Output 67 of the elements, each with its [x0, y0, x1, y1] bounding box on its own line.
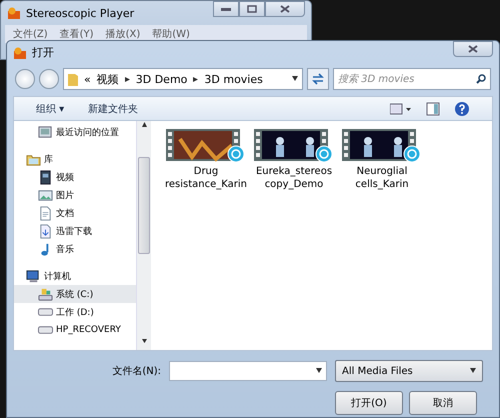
nav-item[interactable]: 音乐 [14, 240, 136, 258]
view-menu-icon[interactable] [390, 102, 412, 115]
chevron-icon [124, 76, 130, 82]
filename-label: 文件名(N): [112, 364, 161, 378]
nav-item[interactable]: 系统 (C:) [14, 285, 136, 304]
nav-item[interactable]: 迅雷下载 [14, 222, 136, 240]
video-file[interactable]: Neuroglial cells_Karin [341, 129, 423, 192]
download-icon [38, 224, 53, 239]
maximize-icon [247, 5, 257, 13]
film-thumbnail-icon [254, 129, 334, 164]
nav-item[interactable]: 工作 (D:) [14, 303, 136, 322]
minimize-button[interactable] [213, 1, 239, 17]
film-thumbnail-icon [342, 129, 422, 164]
menu-item[interactable]: 文件(Z) [13, 27, 48, 41]
window-title: Stereoscopic Player [26, 6, 134, 20]
help-icon[interactable] [454, 100, 470, 117]
document-icon [38, 206, 53, 221]
refresh-button[interactable] [307, 68, 329, 90]
nav-item[interactable]: 视频 [14, 168, 136, 186]
scroll-up-arrow-icon[interactable] [142, 122, 146, 128]
chevron-icon [193, 76, 198, 82]
app-icon [13, 46, 27, 60]
toolbar-button[interactable]: 新建文件夹 [88, 100, 138, 118]
nav-item[interactable]: 最近访问的位置 [14, 123, 136, 142]
drive-icon [38, 308, 53, 316]
preview-pane-icon[interactable] [426, 102, 440, 116]
back-button[interactable] [15, 69, 35, 90]
folder-icon [68, 72, 78, 86]
menu-item[interactable]: 播放(X) [106, 27, 140, 41]
video-file[interactable]: Eureka_stereos copy_Demo [253, 129, 335, 192]
dropdown-arrow-icon[interactable] [292, 76, 298, 82]
search-icon [476, 74, 486, 84]
scrollbar[interactable] [136, 121, 151, 350]
nav-item[interactable]: 图片 [14, 186, 136, 204]
dropdown-arrow-icon[interactable] [316, 368, 322, 374]
nav-item[interactable]: HP_RECOVERY [14, 321, 136, 340]
address-bar[interactable]: « 视频 3D Demo 3D movies [63, 68, 303, 90]
dropdown-arrow-icon[interactable] [470, 368, 476, 374]
system-drive-icon [38, 286, 53, 302]
file-type-dropdown[interactable]: All Media Files [335, 360, 483, 382]
filename-field[interactable] [169, 361, 327, 381]
menu-item[interactable]: 查看(Y) [60, 27, 94, 41]
close-button[interactable] [453, 41, 493, 57]
scroll-down-arrow-icon[interactable] [142, 339, 146, 344]
dialog-title: 打开 [32, 45, 54, 60]
close-icon [280, 5, 290, 13]
recent-icon [38, 124, 53, 140]
computer-icon [26, 268, 41, 284]
menu-item[interactable]: 帮助(W) [152, 27, 190, 41]
drive-icon [38, 326, 53, 334]
close-button[interactable] [265, 1, 305, 17]
forward-button[interactable] [39, 69, 59, 90]
maximize-button[interactable] [239, 1, 265, 17]
video-icon [38, 170, 53, 185]
minimize-icon [221, 8, 231, 10]
video-file[interactable]: Drug resistance_Karin [165, 129, 247, 192]
search-field[interactable]: 搜索 3D movies [333, 68, 491, 90]
dialog-button[interactable]: 取消 [409, 391, 477, 415]
film-thumbnail-icon [166, 129, 246, 164]
toolbar-button[interactable]: 组织 ▾ [36, 100, 64, 118]
nav-item[interactable]: 计算机 [14, 267, 136, 286]
dialog-button[interactable]: 打开(O) [335, 391, 403, 415]
nav-item[interactable]: 文档 [14, 204, 136, 222]
picture-icon [38, 188, 53, 203]
close-icon [468, 45, 478, 53]
nav-item[interactable]: 库 [14, 150, 136, 168]
app-icon [7, 6, 21, 20]
